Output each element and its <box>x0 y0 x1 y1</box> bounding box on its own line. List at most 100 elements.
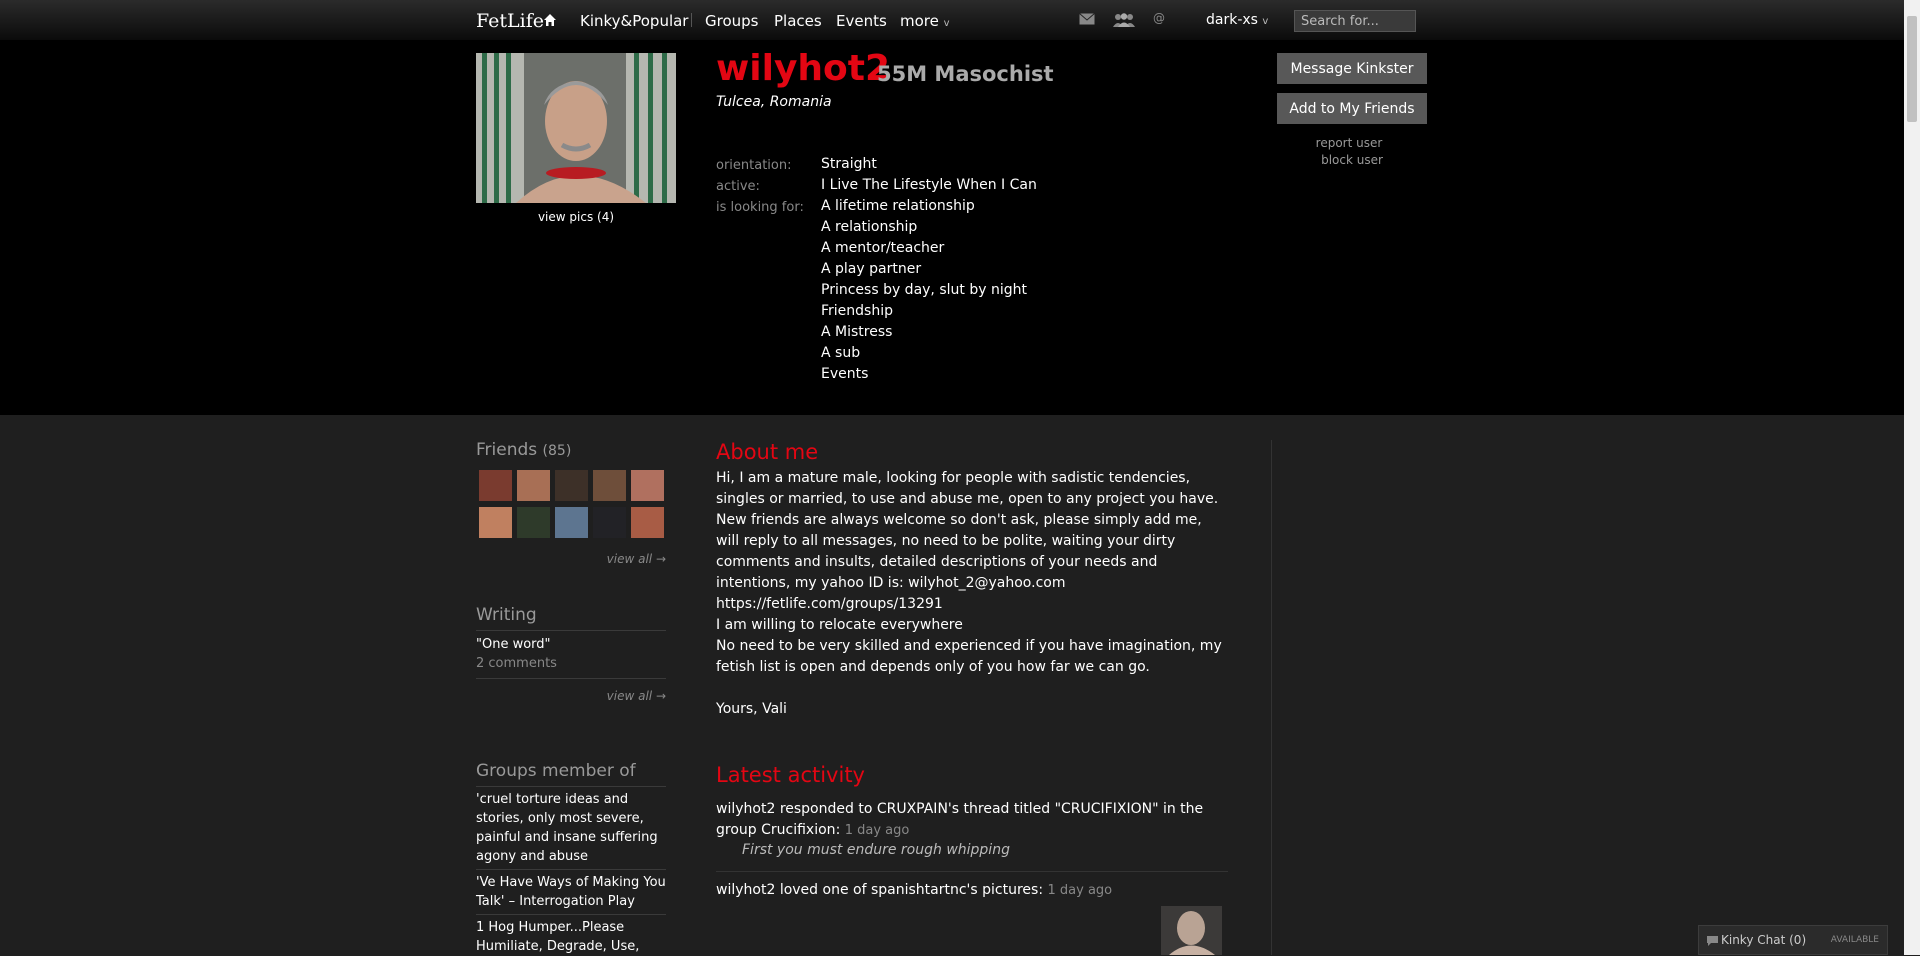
activity-group-link[interactable]: Crucifixion <box>761 822 835 838</box>
active-label: active: <box>716 179 760 194</box>
location-city-link[interactable]: Tulcea <box>716 94 761 110</box>
chat-label: Kinky Chat (0) <box>1721 933 1806 947</box>
activity-actor: wilyhot2 <box>716 882 776 898</box>
chat-icon <box>1707 936 1718 946</box>
page-scrollbar[interactable] <box>1904 0 1920 955</box>
chat-title: Kinky Chat <box>1721 933 1786 947</box>
add-friend-button[interactable]: Add to My Friends <box>1277 93 1427 124</box>
friend-thumbnail[interactable] <box>479 507 512 538</box>
friend-thumbnail[interactable] <box>555 507 588 538</box>
friend-thumbnail[interactable] <box>631 470 664 501</box>
writing-comments: 2 comments <box>476 656 557 671</box>
activity-picture[interactable] <box>1161 906 1222 955</box>
about-signature: Yours, Vali <box>716 701 787 717</box>
message-kinkster-button[interactable]: Message Kinkster <box>1277 53 1427 84</box>
looking-for-label: is looking for: <box>716 200 804 215</box>
friend-thumbnail[interactable] <box>593 507 626 538</box>
column-divider <box>1271 440 1272 955</box>
chevron-down-icon: v <box>1262 16 1269 27</box>
friend-thumbnail[interactable] <box>555 470 588 501</box>
activity-text: responded to <box>779 801 873 817</box>
friends-icon[interactable] <box>1112 13 1136 27</box>
writing-view-all-link[interactable]: view all → <box>476 689 666 703</box>
activity-actor: wilyhot2 <box>716 801 776 817</box>
divider <box>716 871 1228 872</box>
activity-text: 's thread titled <box>947 801 1051 817</box>
friend-thumbnail[interactable] <box>631 507 664 538</box>
about-me-text: Hi, I am a mature male, looking for peop… <box>716 468 1226 720</box>
activity-user-link[interactable]: CRUXPAIN <box>877 801 948 817</box>
friends-view-all-link[interactable]: view all → <box>476 552 666 566</box>
nav-kinky-popular[interactable]: Kinky&Popular <box>580 12 688 30</box>
location-country-link[interactable]: Romania <box>770 94 832 110</box>
profile-location: Tulcea, Romania <box>716 94 832 110</box>
friends-count: (85) <box>542 443 572 459</box>
divider <box>476 678 666 679</box>
chevron-down-icon: v <box>943 18 950 29</box>
user-menu[interactable]: dark-xs v <box>1206 12 1268 28</box>
group-link[interactable]: 1 Hog Humper...Please Humiliate, Degrade… <box>476 918 671 956</box>
looking-for-item: A lifetime relationship <box>821 198 975 214</box>
friend-thumbnail[interactable] <box>593 470 626 501</box>
kinky-chat-bar[interactable]: Kinky Chat (0) AVAILABLE <box>1698 925 1888 955</box>
friends-title: Friends <box>476 440 538 460</box>
activity-thread-link[interactable]: "CRUCIFIXION" <box>1055 801 1159 817</box>
orientation-value: Straight <box>821 156 877 172</box>
activity-quote: First you must endure rough whipping <box>742 842 1010 858</box>
latest-activity-heading: Latest activity <box>716 763 865 787</box>
looking-for-item: Princess by day, slut by night <box>821 282 1027 298</box>
friends-heading: Friends (85) <box>476 440 571 460</box>
username-label: dark-xs <box>1206 12 1258 28</box>
looking-for-item: A sub <box>821 345 861 361</box>
friend-thumbnail[interactable] <box>479 470 512 501</box>
chat-status: AVAILABLE <box>1830 935 1879 945</box>
profile-header <box>0 40 1904 415</box>
writing-item-link[interactable]: "One word" <box>476 635 671 654</box>
report-user-link[interactable]: report user <box>1274 136 1424 150</box>
friend-thumbnail[interactable] <box>517 507 550 538</box>
activity-text: loved one of <box>779 882 867 898</box>
activity-item: wilyhot2 loved one of spanishtartnc's pi… <box>716 880 1236 901</box>
at-icon[interactable]: @ <box>1153 11 1165 25</box>
looking-for-item: A mentor/teacher <box>821 240 945 256</box>
scrollbar-thumb[interactable] <box>1907 16 1917 122</box>
nav-more[interactable]: more v <box>900 12 950 30</box>
block-user-link[interactable]: block user <box>1277 153 1427 167</box>
chat-count: (0) <box>1789 933 1807 947</box>
friend-thumbnail[interactable] <box>517 470 550 501</box>
nav-divider <box>691 13 692 27</box>
top-nav-bar: FetLife Kinky&Popular Groups Places Even… <box>0 0 1904 40</box>
mail-icon[interactable] <box>1079 13 1095 25</box>
nav-places[interactable]: Places <box>774 12 822 30</box>
profile-name: wilyhot2 <box>716 48 891 89</box>
pics-count: (4) <box>597 210 615 224</box>
about-group-link[interactable]: https://fetlife.com/groups/13291 <box>716 596 943 612</box>
fetlife-logo[interactable]: FetLife <box>476 10 544 32</box>
activity-time: 1 day ago <box>844 823 910 838</box>
group-link[interactable]: 'Ve Have Ways of Making You Talk' – Inte… <box>476 873 671 911</box>
search-input[interactable] <box>1294 10 1416 32</box>
writing-heading: Writing <box>476 605 537 625</box>
looking-for-item: Events <box>821 366 869 382</box>
nav-events[interactable]: Events <box>836 12 887 30</box>
divider <box>476 630 666 631</box>
activity-time: 1 day ago <box>1047 883 1113 898</box>
group-link[interactable]: 'cruel torture ideas and stories, only m… <box>476 790 671 866</box>
about-paragraph: Hi, I am a mature male, looking for peop… <box>716 470 1219 591</box>
nav-groups[interactable]: Groups <box>705 12 758 30</box>
activity-user-link[interactable]: spanishtartnc <box>871 882 967 898</box>
profile-age-role: 55M Masochist <box>877 62 1054 86</box>
view-pics: view pics (4) <box>476 210 676 224</box>
view-pics-link[interactable]: view pics <box>538 210 593 224</box>
nav-more-label: more <box>900 12 939 30</box>
looking-for-item: A Mistress <box>821 324 893 340</box>
looking-for-item: A play partner <box>821 261 922 277</box>
about-me-heading: About me <box>716 440 819 464</box>
active-value: I Live The Lifestyle When I Can <box>821 177 1037 193</box>
divider <box>476 914 666 915</box>
looking-for-item: Friendship <box>821 303 893 319</box>
about-line: No need to be very skilled and experienc… <box>716 638 1222 675</box>
about-line: I am willing to relocate everywhere <box>716 617 963 633</box>
home-icon[interactable] <box>543 13 557 27</box>
profile-avatar[interactable] <box>476 53 676 203</box>
